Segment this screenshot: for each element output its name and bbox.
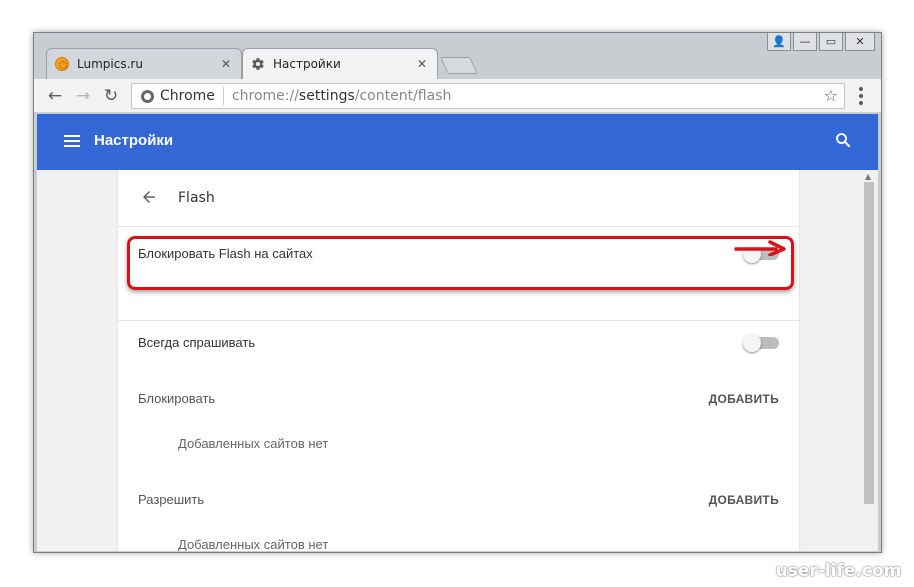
- title-bar: 👤 — ▭ ✕ Lumpics.ru ✕ Настройки ✕: [34, 33, 881, 79]
- allow-add-button[interactable]: ДОБАВИТЬ: [709, 493, 779, 507]
- new-tab-button[interactable]: [440, 57, 478, 74]
- close-window-button[interactable]: ✕: [845, 33, 875, 51]
- always-ask-label: Всегда спрашивать: [138, 335, 256, 350]
- omnibox-separator: [222, 87, 224, 105]
- omnibox-url[interactable]: chrome://settings/content/flash: [232, 88, 451, 104]
- back-arrow-icon[interactable]: [140, 188, 158, 206]
- watermark: user-life.com: [775, 561, 902, 581]
- menu-dot: [859, 87, 863, 92]
- scroll-thumb[interactable]: [864, 182, 874, 504]
- menu-dot: [859, 93, 863, 98]
- profile-button[interactable]: 👤: [767, 33, 791, 51]
- tab-title: Настройки: [273, 57, 341, 71]
- allow-empty-text: Добавленных сайтов нет: [178, 537, 329, 551]
- search-icon[interactable]: [834, 131, 852, 149]
- settings-header: Настройки: [37, 114, 878, 170]
- flash-settings-card: Flash Блокировать Flash на сайтах Всегда…: [118, 170, 799, 551]
- chrome-icon: [141, 89, 154, 103]
- block-empty-row: Добавленных сайтов нет: [118, 424, 799, 464]
- block-empty-text: Добавленных сайтов нет: [178, 436, 329, 451]
- tab-settings[interactable]: Настройки ✕: [242, 48, 438, 79]
- always-ask-toggle[interactable]: [743, 334, 779, 352]
- flash-heading: Flash: [178, 190, 215, 206]
- reload-button[interactable]: ↻: [100, 85, 122, 107]
- omnibox-origin-label: Chrome: [160, 88, 215, 104]
- url-scheme: chrome://: [231, 88, 299, 104]
- block-section-label: Блокировать: [138, 391, 216, 406]
- allow-section-label: Разрешить: [138, 492, 205, 507]
- allow-section-row: Разрешить ДОБАВИТЬ: [118, 480, 799, 520]
- block-section-row: Блокировать ДОБАВИТЬ: [118, 378, 799, 418]
- minimize-button[interactable]: —: [793, 33, 817, 51]
- hamburger-menu-icon[interactable]: [64, 135, 80, 147]
- address-bar[interactable]: Chrome chrome://settings/content/flash ☆: [131, 83, 845, 109]
- tab-title: Lumpics.ru: [77, 57, 143, 71]
- tab-close-icon[interactable]: ✕: [415, 57, 429, 71]
- hamburger-line: [64, 135, 80, 137]
- tab-close-icon[interactable]: ✕: [219, 57, 233, 71]
- toggle-knob: [743, 334, 761, 352]
- url-host: settings: [298, 88, 355, 104]
- gear-icon: [252, 58, 264, 70]
- vertical-scrollbar[interactable]: ▲: [863, 170, 875, 551]
- red-arrow-icon: [734, 240, 786, 256]
- block-add-button[interactable]: ДОБАВИТЬ: [709, 392, 779, 406]
- hamburger-line: [64, 145, 80, 147]
- highlight-frame: [127, 236, 794, 290]
- allow-empty-row: Добавленных сайтов нет: [118, 524, 799, 551]
- menu-dot: [859, 100, 863, 105]
- always-ask-row[interactable]: Всегда спрашивать: [118, 320, 799, 364]
- url-path: /content/flash: [354, 88, 452, 104]
- window-controls: 👤 — ▭ ✕: [767, 33, 875, 51]
- settings-content: Flash Блокировать Flash на сайтах Всегда…: [37, 170, 878, 551]
- lumpics-favicon-icon: [55, 57, 69, 71]
- browser-toolbar: ← → ↻ Chrome chrome://settings/content/f…: [34, 79, 881, 113]
- page-title: Настройки: [94, 132, 174, 149]
- tab-lumpics[interactable]: Lumpics.ru ✕: [46, 48, 242, 79]
- chrome-menu-button[interactable]: [853, 86, 869, 106]
- maximize-button[interactable]: ▭: [819, 33, 843, 51]
- forward-button[interactable]: →: [72, 85, 94, 107]
- back-button[interactable]: ←: [44, 85, 66, 107]
- scroll-up-icon[interactable]: ▲: [865, 172, 871, 181]
- hamburger-line: [64, 140, 80, 142]
- bookmark-star-icon[interactable]: ☆: [824, 86, 838, 105]
- browser-window: 👤 — ▭ ✕ Lumpics.ru ✕ Настройки ✕ ← → ↻ C…: [33, 32, 882, 553]
